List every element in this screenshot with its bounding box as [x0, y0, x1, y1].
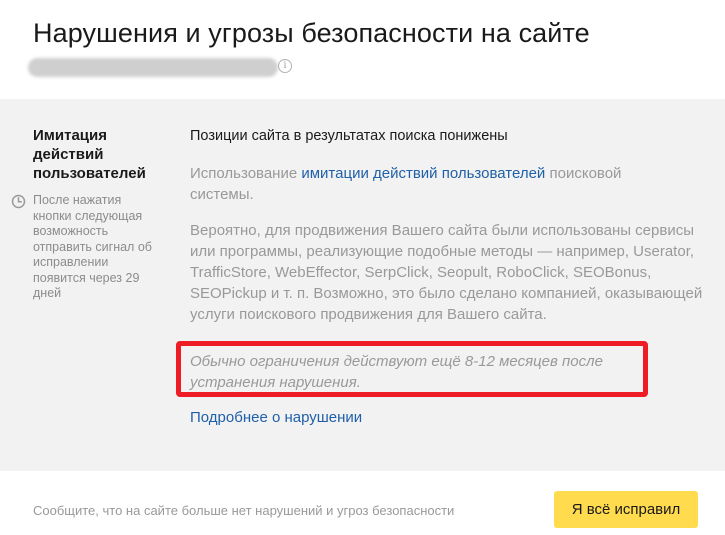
sidebar: Имитация действий пользователей После на… [0, 99, 165, 471]
site-url-redacted [28, 58, 278, 77]
violation-description: Использование имитации действий пользова… [190, 163, 660, 205]
footer: Сообщите, что на сайте больше нет наруше… [0, 471, 725, 535]
i-fixed-it-button[interactable]: Я всё исправил [554, 491, 698, 528]
info-icon[interactable]: i [278, 59, 292, 73]
more-about-violation-link[interactable]: Подробнее о нарушении [190, 407, 362, 428]
description-text-before: Использование [190, 165, 302, 182]
violation-panel: Имитация действий пользователей После на… [0, 99, 725, 471]
footer-prompt: Сообщите, что на сайте больше нет наруше… [33, 503, 455, 518]
user-imitation-link[interactable]: имитации действий пользователей [301, 165, 545, 182]
violation-consequence-title: Позиции сайта в результатах поиска пониж… [190, 128, 508, 144]
restriction-duration-note: Обычно ограничения действуют ещё 8-12 ме… [190, 353, 603, 391]
page-title: Нарушения и угрозы безопасности на сайте [33, 18, 590, 48]
header: Нарушения и угрозы безопасности на сайте… [0, 0, 725, 98]
violation-type-title: Имитация действий пользователей [33, 127, 146, 182]
resubmit-timeout-note: После нажатия кнопки следующая возможнос… [33, 193, 152, 300]
clock-icon [11, 194, 26, 209]
page: Нарушения и угрозы безопасности на сайте… [0, 0, 725, 535]
violation-explanation: Вероятно, для продвижения Вашего сайта б… [190, 222, 703, 323]
